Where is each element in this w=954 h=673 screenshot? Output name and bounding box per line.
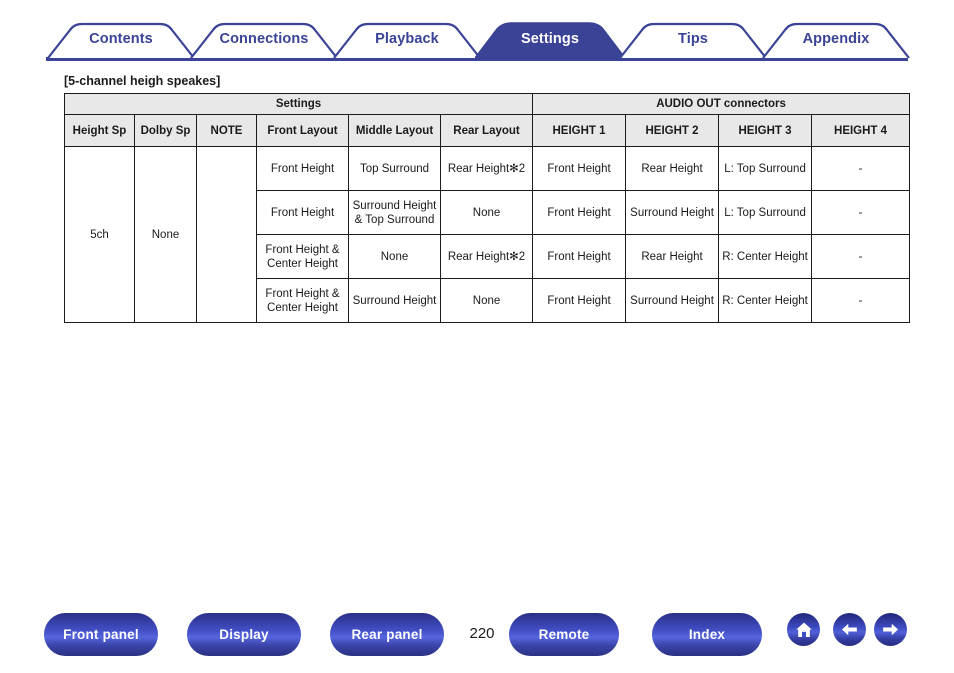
col-header-height-3: HEIGHT 3 [718,114,813,148]
col-header-middle-layout: Middle Layout [348,114,441,148]
cell-rear-layout: Rear Height✻2 [439,234,534,280]
cell-height-1: Front Height [532,190,627,236]
cell-height-3: R: Center Height [718,234,813,280]
cell-rear-layout: None [439,190,534,236]
speaker-layout-table-wrap: Settings AUDIO OUT connectors Height Sp … [63,92,911,324]
group-header-settings: Settings [63,92,534,116]
table-row: 5ch None Front Height Top Surround Rear … [64,146,911,324]
remote-button[interactable]: Remote [509,613,619,656]
tab-label: Contents [89,31,153,47]
cell-middle-layout: Top Surround [348,146,441,192]
forward-button[interactable] [874,613,907,646]
tab-label: Playback [375,31,439,47]
tab-label: Connections [219,31,309,47]
col-header-rear-layout: Rear Layout [439,114,534,148]
col-header-note: NOTE [196,114,257,148]
cell-height-4: - [811,278,911,324]
tab-settings[interactable]: Settings [475,22,625,58]
button-label: Rear panel [351,627,423,642]
cell-height-1: Front Height [532,146,627,192]
col-header-height-sp: Height Sp [64,114,135,148]
speaker-layout-table: Settings AUDIO OUT connectors Height Sp … [63,92,911,324]
cell-middle-layout: Surround Height [348,278,441,324]
tab-bar: Contents Connections Playback Settings T [0,0,954,62]
index-button[interactable]: Index [652,613,762,656]
table-body: 5ch None Front Height Top Surround Rear … [64,146,911,324]
tab-playback[interactable]: Playback [332,22,482,58]
cell-rear-layout: Rear Height✻2 [439,146,534,192]
cell-height-4: - [811,234,911,280]
tab-contents[interactable]: Contents [46,22,196,58]
home-icon [795,622,812,637]
cell-front-layout: Front Height & Center Height [256,234,349,280]
display-button[interactable]: Display [187,613,301,656]
cell-height-4: - [811,190,911,236]
arrow-right-icon [883,623,899,636]
tab-label: Settings [521,31,579,47]
rear-panel-button[interactable]: Rear panel [330,613,444,656]
arrow-left-icon [841,623,857,636]
tab-connections[interactable]: Connections [189,22,339,58]
back-button[interactable] [833,613,866,646]
cell-dolby-sp: None [134,146,197,324]
tab-appendix[interactable]: Appendix [761,22,911,58]
cell-height-2: Surround Height [625,278,720,324]
table-group-header-row: Settings AUDIO OUT connectors [63,92,911,116]
button-label: Remote [538,627,590,642]
cell-note [196,146,257,324]
tab-label: Appendix [802,31,870,47]
cell-height-3: L: Top Surround [718,146,813,192]
cell-rear-layout: None [439,278,534,324]
table-column-header-row: Height Sp Dolby Sp NOTE Front Layout Mid… [64,114,911,148]
bottom-navigation-bar: Front panel Display Rear panel 220 Remot… [0,613,954,661]
button-label: Display [219,627,269,642]
button-label: Front panel [63,627,139,642]
cell-height-sp: 5ch [64,146,135,324]
section-caption: [5-channel heigh speakes] [64,74,221,88]
col-header-front-layout: Front Layout [256,114,349,148]
col-header-height-1: HEIGHT 1 [532,114,627,148]
cell-height-2: Rear Height [625,234,720,280]
cell-front-layout: Front Height [256,146,349,192]
col-header-dolby-sp: Dolby Sp [134,114,197,148]
cell-height-2: Rear Height [625,146,720,192]
tab-label: Tips [678,31,708,47]
cell-height-1: Front Height [532,234,627,280]
cell-height-1: Front Height [532,278,627,324]
page-root: Contents Connections Playback Settings T [0,0,954,673]
cell-height-4: - [811,146,911,192]
button-label: Index [688,627,726,642]
cell-middle-layout: None [348,234,441,280]
col-header-height-4: HEIGHT 4 [811,114,911,148]
group-header-audio-out: AUDIO OUT connectors [532,92,911,116]
cell-height-3: L: Top Surround [718,190,813,236]
tab-tips[interactable]: Tips [618,22,768,58]
cell-height-3: R: Center Height [718,278,813,324]
cell-front-layout: Front Height & Center Height [256,278,349,324]
home-button[interactable] [787,613,820,646]
cell-height-2: Surround Height [625,190,720,236]
front-panel-button[interactable]: Front panel [44,613,158,656]
page-number: 220 [469,625,495,642]
col-header-height-2: HEIGHT 2 [625,114,720,148]
cell-middle-layout: Surround Height & Top Surround [348,190,441,236]
cell-front-layout: Front Height [256,190,349,236]
